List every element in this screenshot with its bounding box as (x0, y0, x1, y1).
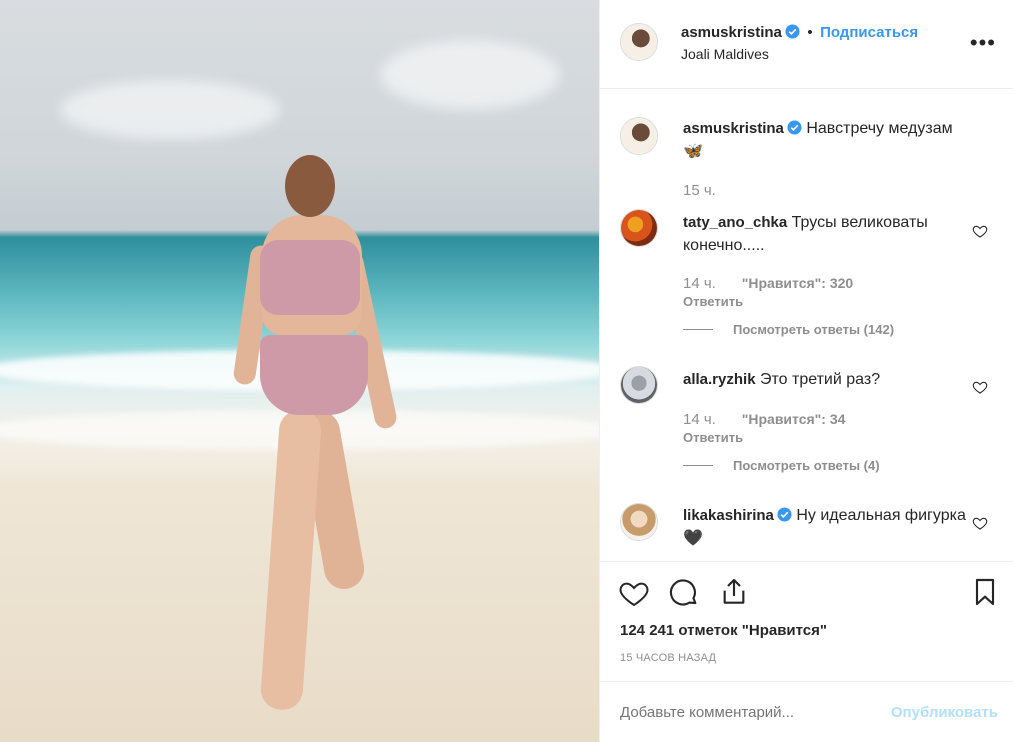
comment-avatar[interactable] (620, 503, 658, 541)
like-comment-heart-icon[interactable] (972, 379, 988, 395)
post-timestamp[interactable]: 15 ЧАСОВ НАЗАД (620, 652, 716, 664)
comment-time: 14 ч. (683, 411, 716, 428)
comment-username[interactable]: taty_ano_chka (683, 214, 787, 231)
verified-icon (785, 24, 800, 39)
reply-button[interactable]: Ответить (683, 430, 743, 445)
post-actions: 124 241 отметок "Нравится" 15 ЧАСОВ НАЗА… (600, 561, 1013, 681)
cloud (380, 40, 560, 110)
comment: alla.ryzhik Это третий раз? (683, 368, 973, 391)
comment-username[interactable]: alla.ryzhik (683, 371, 756, 388)
cloud (60, 80, 280, 140)
more-options-icon[interactable]: ••• (970, 30, 996, 56)
add-comment-bar: Опубликовать (600, 681, 1013, 742)
caption-avatar[interactable] (620, 117, 658, 155)
caption-time: 15 ч. (683, 182, 716, 199)
caption-text: Навстречу медузам (806, 120, 953, 137)
comments-list: asmuskristina Навстречу медузам 🦋 15 ч. … (600, 90, 1013, 560)
caption-emoji: 🦋 (683, 143, 703, 160)
caption-username[interactable]: asmuskristina (683, 120, 784, 137)
comment-avatar[interactable] (620, 209, 658, 247)
verified-icon (787, 120, 802, 135)
comment-meta: 14 ч. "Нравится": 34 (683, 411, 845, 428)
view-replies-button[interactable]: Посмотреть ответы (4) (683, 458, 880, 473)
comment-input[interactable] (620, 704, 860, 721)
caption: asmuskristina Навстречу медузам 🦋 (683, 117, 973, 163)
view-replies-button[interactable]: Посмотреть ответы (142) (683, 322, 894, 337)
comment-likes[interactable]: "Нравится": 34 (742, 411, 846, 427)
comment-bubble-icon[interactable] (668, 577, 700, 609)
post-comment-button[interactable]: Опубликовать (891, 704, 998, 721)
like-heart-icon[interactable] (618, 577, 650, 609)
bookmark-icon[interactable] (969, 576, 1001, 608)
verified-icon (777, 507, 792, 522)
comment-text: Это третий раз? (760, 371, 881, 388)
comment: likakashirina Ну идеальная фигурка🖤 (683, 504, 973, 550)
like-comment-heart-icon[interactable] (972, 515, 988, 531)
author-line: asmuskristina • Подписаться (681, 24, 918, 42)
likes-count[interactable]: 124 241 отметок "Нравится" (620, 622, 827, 639)
author-username[interactable]: asmuskristina (681, 24, 782, 41)
view-replies-label: Посмотреть ответы (4) (733, 458, 880, 473)
woman-figure (232, 155, 399, 715)
comment-meta: 14 ч. "Нравится": 320 (683, 275, 853, 292)
post-photo[interactable] (0, 0, 599, 742)
view-replies-label: Посмотреть ответы (142) (733, 322, 895, 337)
comment-username[interactable]: likakashirina (683, 507, 774, 524)
follow-button[interactable]: Подписаться (820, 24, 918, 41)
comment-avatar[interactable] (620, 366, 658, 404)
comment-likes[interactable]: "Нравится": 320 (742, 275, 853, 291)
comment: taty_ano_chka Трусы великоваты конечно..… (683, 211, 973, 257)
reply-button[interactable]: Ответить (683, 294, 743, 309)
post-header: asmuskristina • Подписаться Joali Maldiv… (600, 0, 1013, 89)
location-link[interactable]: Joali Maldives (681, 46, 769, 62)
comment-time: 14 ч. (683, 275, 716, 292)
post-side-panel: asmuskristina • Подписаться Joali Maldiv… (599, 0, 1013, 742)
share-icon[interactable] (718, 576, 750, 608)
author-avatar[interactable] (620, 23, 658, 61)
separator-dot: • (807, 24, 813, 41)
like-comment-heart-icon[interactable] (972, 223, 988, 239)
